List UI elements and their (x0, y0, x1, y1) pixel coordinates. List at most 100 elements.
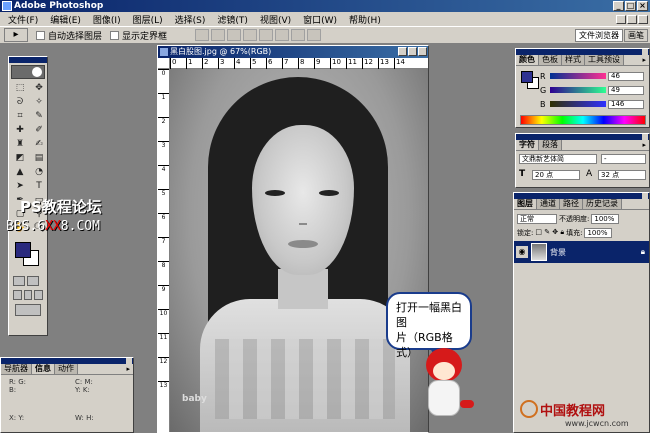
menu-filter[interactable]: 滤镜(T) (211, 13, 254, 26)
blue-value-field[interactable]: 146 (608, 99, 644, 109)
auto-select-checkbox[interactable]: 自动选择图层 (36, 29, 102, 42)
vertical-ruler[interactable]: 0 1 2 3 4 5 6 7 8 9 10 11 12 13 (158, 69, 170, 432)
ruler-origin[interactable] (158, 58, 170, 69)
palette-drag-bar[interactable] (514, 193, 649, 199)
menu-file[interactable]: 文件(F) (2, 13, 44, 26)
document-title-bar[interactable]: 黑白股图.jpg @ 67%(RGB) (158, 46, 428, 58)
color-spectrum-bar[interactable] (520, 115, 646, 125)
checkbox-box[interactable] (36, 30, 45, 40)
lasso-tool-icon[interactable]: ᘐ (11, 96, 29, 109)
eye-icon[interactable]: ◉ (516, 246, 528, 258)
layer-row-background[interactable]: ◉ 背景 🔒︎ (514, 241, 649, 263)
doc-maximize-button[interactable] (408, 47, 417, 56)
jump-to-imageready-button[interactable] (15, 304, 41, 316)
tab-styles[interactable]: 样式 (562, 55, 585, 65)
adobe-online-button[interactable] (11, 65, 45, 79)
lock-icons[interactable]: □ ✎ ✥ 🔒︎ (535, 228, 564, 237)
image-canvas[interactable]: baby (170, 69, 428, 432)
palette-menu-icon[interactable]: ▸ (639, 55, 649, 65)
align-vcenter-button[interactable] (211, 29, 226, 41)
show-bounds-checkbox[interactable]: 显示定界框 (110, 29, 167, 42)
move-tool-icon[interactable]: ✥ (30, 82, 48, 95)
foreground-color-swatch[interactable] (521, 71, 533, 83)
menu-select[interactable]: 选择(S) (169, 13, 212, 26)
menu-window[interactable]: 窗口(W) (297, 13, 343, 26)
tab-channels[interactable]: 通道 (537, 199, 560, 209)
palette-drag-bar[interactable] (1, 358, 133, 364)
align-bottom-button[interactable] (227, 29, 242, 41)
palette-drag-bar[interactable] (516, 49, 649, 55)
tab-navigator[interactable]: 导航器 (1, 364, 32, 374)
font-size-field[interactable]: 20 点 (532, 170, 580, 180)
leading-field[interactable]: 32 点 (598, 170, 646, 180)
tab-swatches[interactable]: 色板 (539, 55, 562, 65)
history-brush-tool-icon[interactable]: ✍ (30, 138, 48, 151)
tab-layers[interactable]: 图层 (514, 199, 537, 209)
tab-character[interactable]: 字符 (516, 140, 539, 150)
tab-color[interactable]: 颜色 (516, 55, 539, 65)
eraser-tool-icon[interactable]: ◩ (11, 152, 29, 165)
blend-mode-select[interactable]: 正常 (517, 213, 557, 224)
magic-wand-tool-icon[interactable]: ✧ (30, 96, 48, 109)
font-style-select[interactable]: - (601, 154, 646, 164)
green-value-field[interactable]: 49 (608, 85, 644, 95)
mdi-close-button[interactable] (638, 14, 648, 24)
red-slider[interactable] (550, 73, 606, 79)
doc-close-button[interactable] (418, 47, 427, 56)
standard-mode-button[interactable] (13, 276, 25, 286)
doc-minimize-button[interactable] (398, 47, 407, 56)
tab-tool-presets[interactable]: 工具预设 (585, 55, 624, 65)
menu-edit[interactable]: 编辑(E) (44, 13, 87, 26)
menu-image[interactable]: 图像(I) (87, 13, 127, 26)
quick-mask-button[interactable] (27, 276, 39, 286)
palette-menu-icon[interactable]: ▸ (639, 140, 649, 150)
screen-mode-fullmenu-button[interactable] (23, 290, 33, 300)
tab-actions[interactable]: 动作 (55, 364, 78, 374)
minimize-button[interactable]: _ (613, 1, 624, 11)
file-browser-tab[interactable]: 文件浏览器 (575, 28, 623, 42)
checkbox-box[interactable] (110, 30, 120, 40)
opacity-field[interactable]: 100% (591, 213, 620, 224)
font-family-select[interactable]: 文鼎新艺体简 (519, 154, 597, 164)
fill-field[interactable]: 100% (584, 227, 613, 238)
healing-brush-tool-icon[interactable]: ✚ (11, 124, 29, 137)
dodge-tool-icon[interactable]: ◔ (30, 166, 48, 179)
type-tool-icon[interactable]: T (30, 180, 48, 193)
distribute-button[interactable] (291, 29, 306, 41)
align-left-button[interactable] (243, 29, 258, 41)
tab-info[interactable]: 信息 (32, 364, 55, 374)
marquee-tool-icon[interactable]: ⬚ (11, 82, 29, 95)
slice-tool-icon[interactable]: ✎ (30, 110, 48, 123)
brush-tool-icon[interactable]: ✐ (30, 124, 48, 137)
menu-layer[interactable]: 图层(L) (127, 13, 169, 26)
screen-mode-full-button[interactable] (34, 290, 44, 300)
palette-menu-icon[interactable]: ▸ (123, 364, 133, 374)
mdi-minimize-button[interactable] (616, 14, 626, 24)
clone-stamp-tool-icon[interactable]: ♜ (11, 138, 29, 151)
tool-preset-picker[interactable]: ▸ (4, 28, 28, 42)
red-value-field[interactable]: 46 (608, 71, 644, 81)
menu-help[interactable]: 帮助(H) (343, 13, 387, 26)
mdi-restore-button[interactable] (627, 14, 637, 24)
menu-view[interactable]: 视图(V) (254, 13, 297, 26)
align-top-button[interactable] (195, 29, 210, 41)
green-slider[interactable] (550, 87, 606, 93)
maximize-button[interactable]: □ (625, 1, 636, 11)
palette-drag-bar[interactable] (516, 134, 649, 140)
crop-tool-icon[interactable]: ⌗ (11, 110, 29, 123)
blur-tool-icon[interactable]: ▲ (11, 166, 29, 179)
horizontal-ruler[interactable]: 0 1 2 3 4 5 6 7 8 9 10 11 12 13 14 (170, 58, 428, 69)
screen-mode-standard-button[interactable] (13, 290, 22, 300)
align-hcenter-button[interactable] (259, 29, 274, 41)
align-right-button[interactable] (275, 29, 290, 41)
brushes-tab[interactable]: 画笔 (624, 28, 648, 42)
path-selection-tool-icon[interactable]: ➤ (11, 180, 29, 193)
toolbox-header[interactable] (9, 57, 47, 63)
close-button[interactable]: × (637, 1, 648, 11)
distribute-button[interactable] (307, 29, 322, 41)
tab-history[interactable]: 历史记录 (583, 199, 622, 209)
foreground-color-swatch[interactable] (15, 242, 31, 258)
gradient-tool-icon[interactable]: ▤ (30, 152, 48, 165)
tab-paragraph[interactable]: 段落 (539, 140, 562, 150)
blue-slider[interactable] (550, 101, 606, 107)
